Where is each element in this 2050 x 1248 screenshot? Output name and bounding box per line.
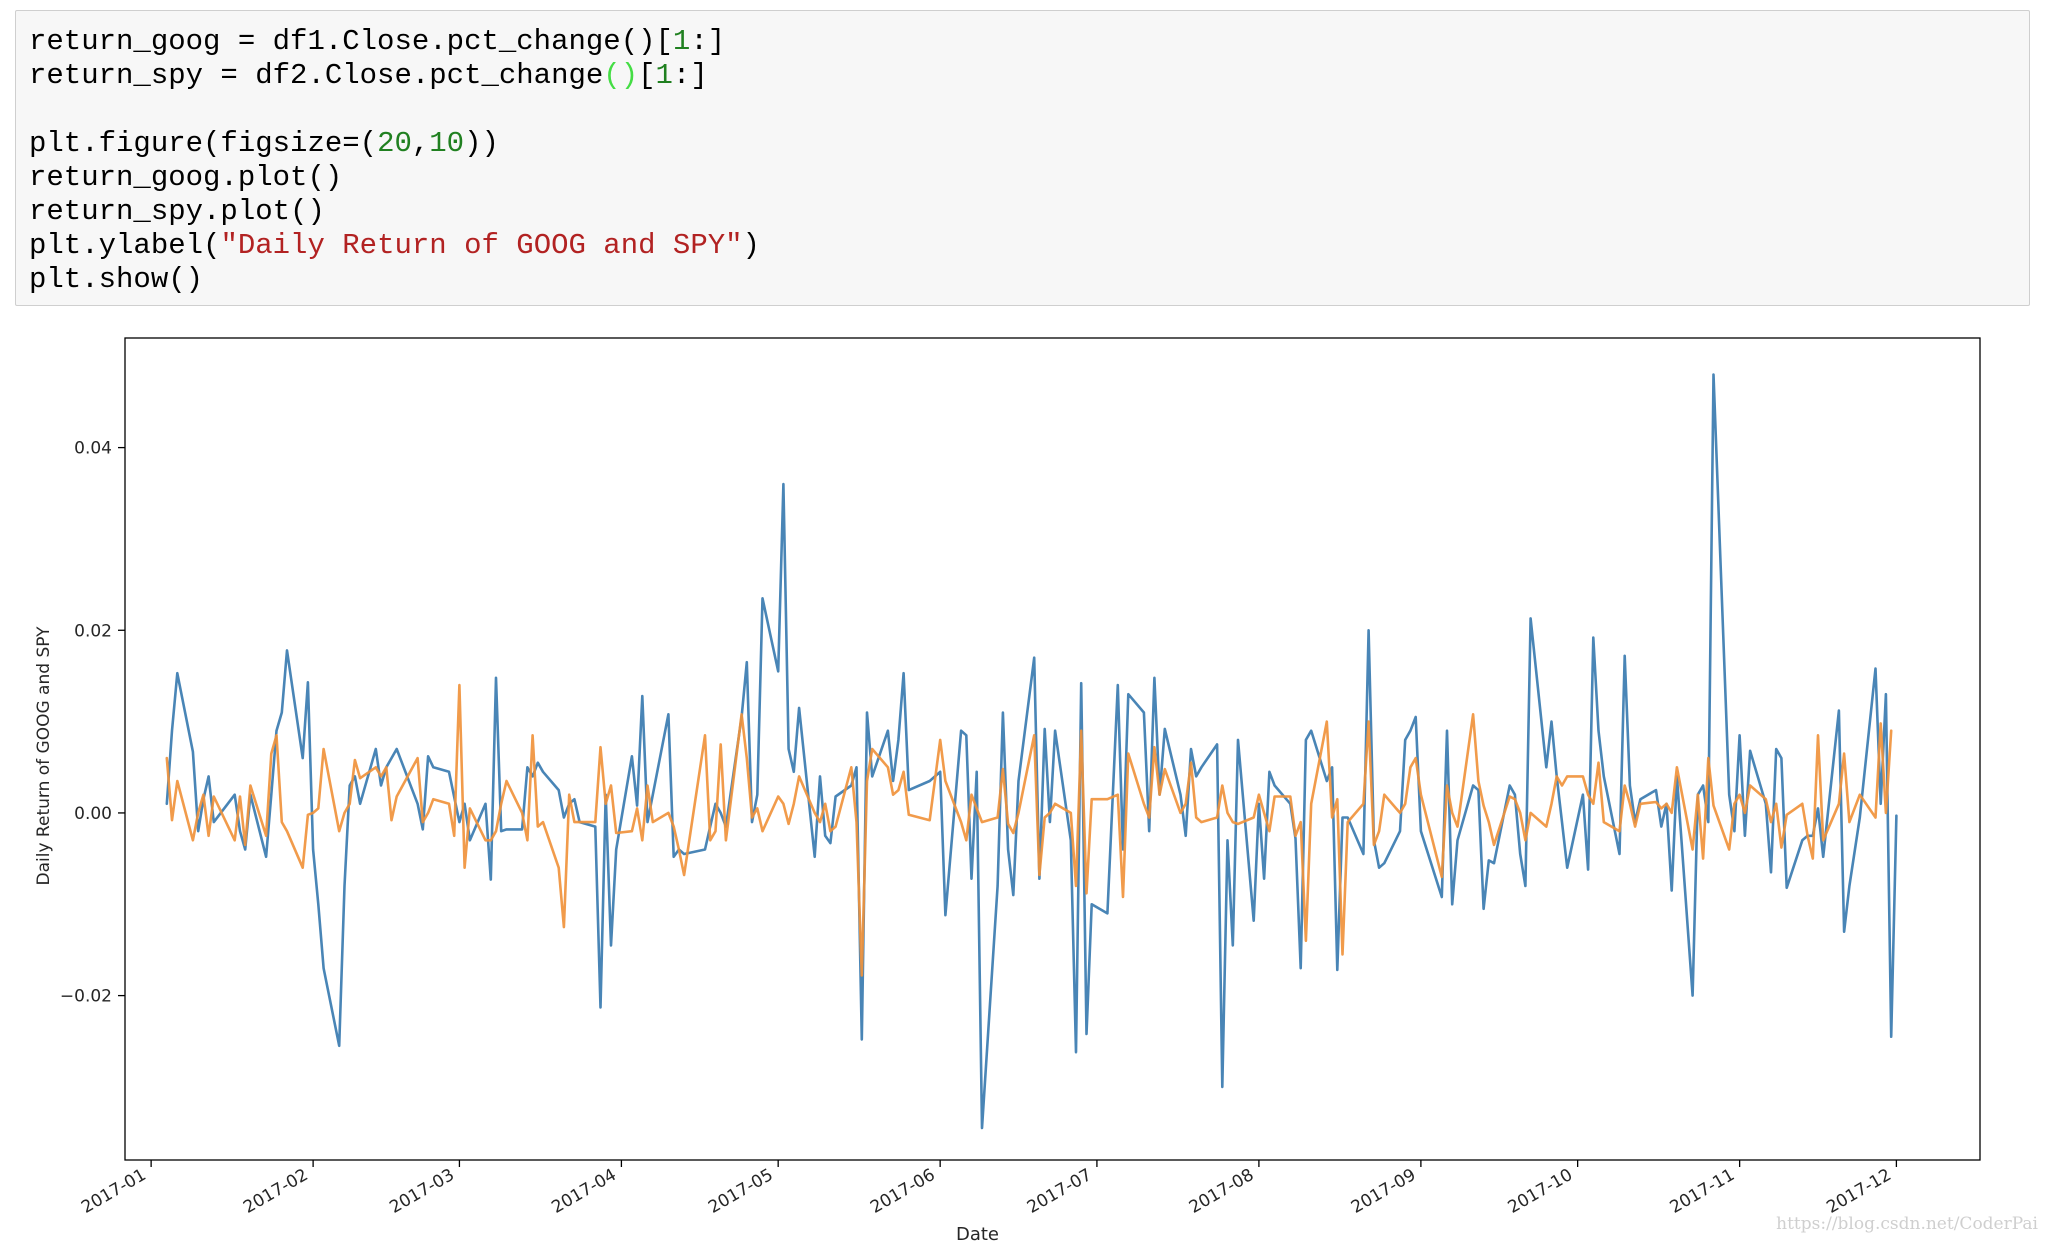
code-token: plt.ylabel( — [29, 229, 221, 262]
x-tick-label: 2017-08 — [1186, 1165, 1258, 1218]
y-tick-label: −0.02 — [60, 987, 112, 1007]
code-token: :] — [672, 59, 708, 92]
x-tick-label: 2017-12 — [1823, 1165, 1895, 1218]
x-tick-label: 2017-06 — [867, 1165, 939, 1218]
code-token: 1 — [672, 25, 691, 58]
code-token: ) — [742, 229, 760, 262]
code-token: )) — [464, 127, 499, 160]
x-tick-label: 2017-09 — [1348, 1165, 1420, 1218]
line-chart: 0.04 0.02 0.00 −0.02 2017-01 2017-02 2017-03 20… — [34, 337, 1981, 1245]
code-line: return_spy = df2.Close.pct_change()[1:] — [29, 59, 760, 93]
code-line: return_goog = df1.Close.pct_change()[1:] — [29, 25, 760, 59]
figure-output: 0.04 0.02 0.00 −0.02 2017-01 2017-02 2017-03 20… — [0, 312, 2050, 1248]
plot-area — [125, 338, 1980, 1160]
x-tick-label: 2017-04 — [548, 1165, 620, 1218]
code-line: plt.ylabel("Daily Return of GOOG and SPY… — [29, 229, 760, 263]
code-token: return_goog = df1.Close.pct_change()[ — [29, 25, 673, 58]
code-token: 10 — [429, 127, 465, 160]
code-line: return_spy.plot() — [29, 195, 760, 229]
code-cell[interactable]: return_goog = df1.Close.pct_change()[1:]… — [15, 10, 2030, 306]
code-token: return_goog.plot() — [29, 161, 343, 194]
x-tick-label: 2017-10 — [1505, 1165, 1577, 1218]
code-token: , — [411, 127, 430, 160]
code-token: plt.show() — [29, 263, 204, 296]
code-token: 20 — [377, 127, 412, 160]
code-token: plt.figure(figsize=( — [29, 127, 378, 160]
y-tick-label: 0.00 — [74, 804, 112, 824]
code-line: plt.figure(figsize=(20,10)) — [29, 127, 760, 161]
y-axis-label: Daily Return of GOOG and SPY — [34, 626, 54, 886]
x-tick-label: 2017-05 — [705, 1165, 777, 1218]
code-token: 1 — [655, 59, 673, 92]
x-tick-label: 2017-03 — [386, 1165, 458, 1218]
y-tick-label: 0.02 — [74, 621, 112, 641]
x-tick-label: 2017-02 — [240, 1165, 312, 1218]
code-token: :] — [690, 25, 726, 58]
code-line: plt.show() — [29, 263, 760, 297]
code-line: return_goog.plot() — [29, 161, 760, 195]
code-token: [ — [638, 59, 656, 92]
x-tick-label: 2017-11 — [1667, 1165, 1739, 1218]
x-tick-label: 2017-07 — [1024, 1165, 1096, 1218]
x-tick-label: 2017-01 — [78, 1165, 150, 1218]
code-token: "Daily Return of GOOG and SPY" — [220, 229, 743, 262]
x-axis-label: Date — [956, 1224, 999, 1245]
code-token: return_spy.plot() — [29, 195, 325, 228]
y-tick-label: 0.04 — [74, 439, 112, 459]
code-token: () — [603, 59, 639, 92]
code-editor[interactable]: return_goog = df1.Close.pct_change()[1:]… — [29, 25, 760, 297]
watermark: https://blog.csdn.net/CoderPai — [1776, 1214, 2038, 1234]
code-token: return_spy = df2.Close.pct_change — [29, 59, 604, 92]
